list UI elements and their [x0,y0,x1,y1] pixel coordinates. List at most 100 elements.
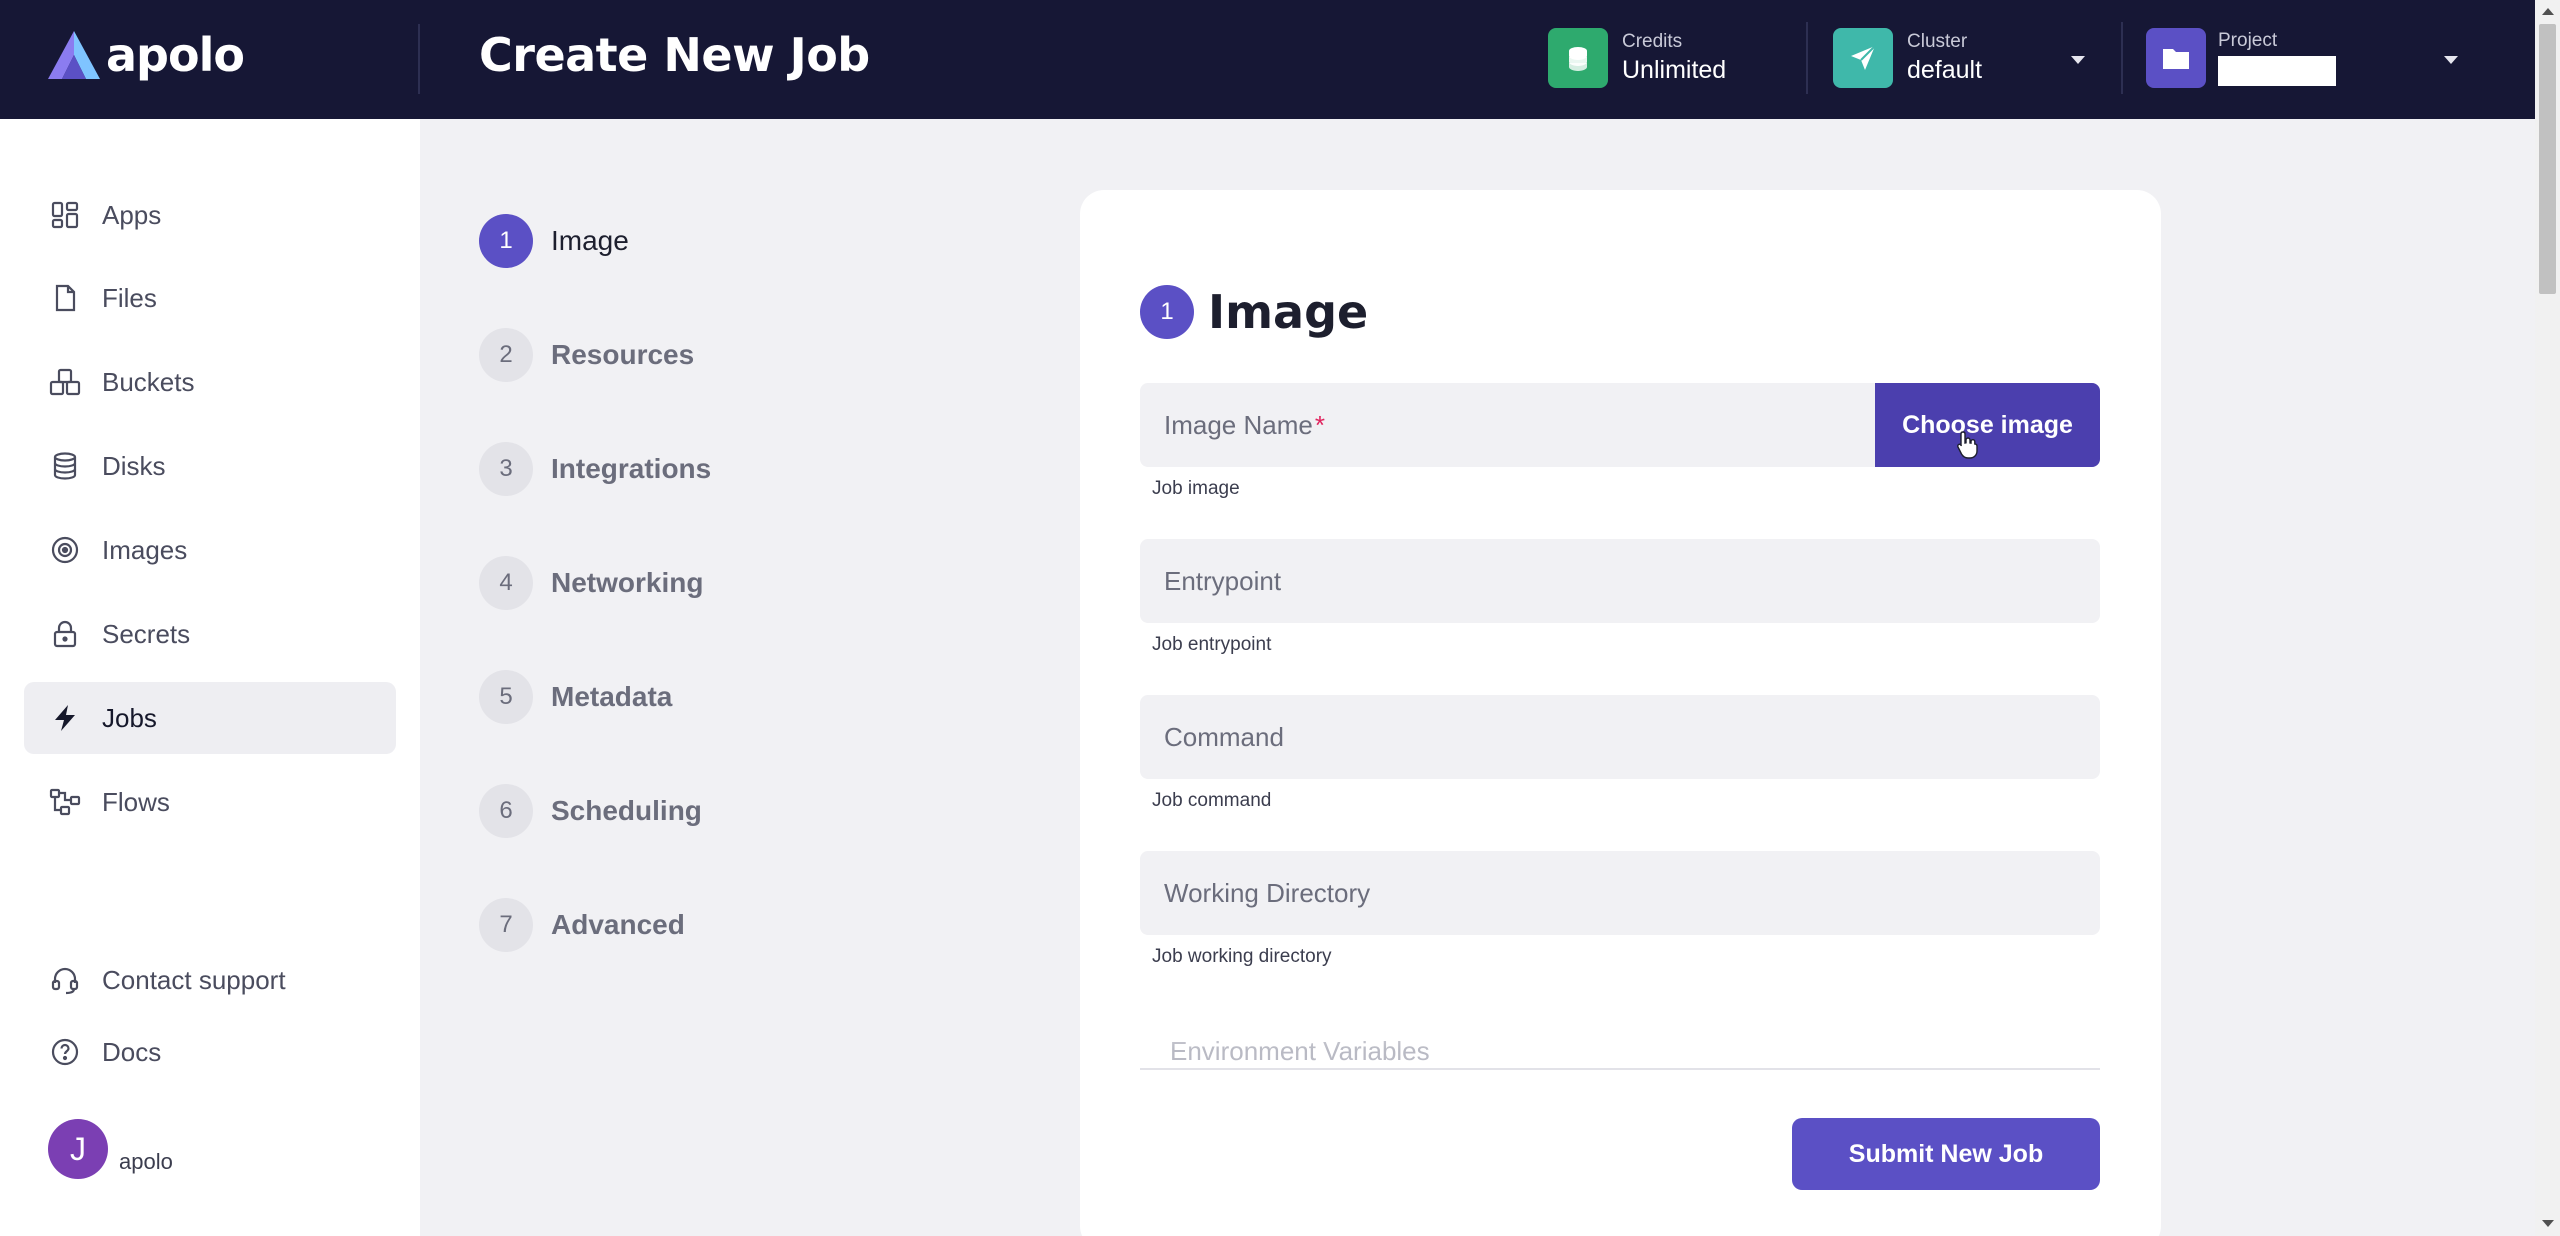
working-directory-field[interactable]: Working Directory [1140,851,2100,935]
step-label: Advanced [551,909,685,940]
brand-name: apolo [106,28,245,82]
project-label: Project [2218,30,2278,51]
step-metadata[interactable]: 5 Metadata [479,669,672,725]
step-label: Scheduling [551,795,702,826]
step-label: Metadata [551,681,673,712]
step-resources[interactable]: 2 Resources [479,327,694,383]
job-form-card: 1 Image Image Name* Choose image Job ima… [1080,190,2161,1236]
credits-label: Credits [1622,31,1683,52]
step-number: 5 [479,670,533,724]
contact-support-label: Contact support [102,964,286,995]
sidebar-item-flows[interactable]: Flows [24,766,396,838]
cluster-value: default [1907,56,1983,84]
step-integrations[interactable]: 3 Integrations [479,441,711,497]
required-mark: * [1314,409,1325,440]
sidebar-item-label: Images [102,534,188,565]
sidebar-item-apps[interactable]: Apps [24,179,396,251]
cluster-chevron-down-icon[interactable] [2071,56,2085,64]
disc-icon [48,533,82,567]
project-chevron-down-icon[interactable] [2444,56,2458,64]
avatar[interactable]: J [48,1119,108,1179]
section-title: Image [1208,285,1369,339]
step-number: 3 [479,442,533,496]
command-placeholder: Command [1164,721,1284,752]
choose-image-button[interactable]: Choose image [1875,383,2100,467]
project-selector[interactable]: Project [2146,28,2486,88]
file-icon [48,281,82,315]
contact-support-link[interactable]: Contact support [24,944,396,1016]
sidebar-item-label: Disks [102,450,166,481]
step-label: Image [551,225,629,256]
header-divider [418,24,420,94]
sidebar-item-label: Buckets [102,366,195,397]
step-networking[interactable]: 4 Networking [479,555,703,611]
hand-cursor-icon [1957,431,1978,459]
sidebar-item-label: Secrets [102,618,191,649]
step-label: Resources [551,339,695,370]
step-number: 2 [479,328,533,382]
entrypoint-helper: Job entrypoint [1152,634,1272,655]
working-directory-placeholder: Working Directory [1164,877,1371,908]
sidebar-item-label: Files [102,282,157,313]
send-icon [1833,28,1893,88]
sidebar-item-files[interactable]: Files [24,262,396,334]
database-icon [48,449,82,483]
step-scheduling[interactable]: 6 Scheduling [479,783,702,839]
command-field[interactable]: Command [1140,695,2100,779]
entrypoint-placeholder: Entrypoint [1164,565,1282,596]
sidebar-item-buckets[interactable]: Buckets [24,346,396,418]
working-directory-helper: Job working directory [1152,946,1332,967]
project-value-box [2218,56,2336,86]
step-number: 6 [479,784,533,838]
help-circle-icon [48,1035,82,1069]
coins-icon [1548,28,1608,88]
docs-label: Docs [102,1036,162,1067]
step-number: 7 [479,898,533,952]
flow-icon [48,785,82,819]
docs-link[interactable]: Docs [24,1016,396,1088]
scroll-down-arrow-icon[interactable] [2542,1220,2554,1227]
top-header: apolo Create New Job Credits Unlimited C… [0,0,2535,119]
apolo-logo-icon [48,31,100,79]
scroll-up-arrow-icon[interactable] [2542,8,2554,15]
credits-indicator: Credits Unlimited [1548,28,1726,88]
sidebar-item-jobs[interactable]: Jobs [24,682,396,754]
header-divider [1806,22,1808,94]
section-number: 1 [1140,285,1194,339]
sidebar-item-label: Apps [102,199,162,230]
sidebar: Apps Files Buckets Disks Images Secrets [0,119,420,1236]
user-name[interactable]: apolo [119,1149,173,1175]
cluster-selector[interactable]: Cluster default [1833,28,2093,88]
credits-value: Unlimited [1622,56,1727,84]
step-label: Networking [551,567,704,598]
page-scrollbar[interactable] [2535,0,2560,1236]
submit-new-job-button[interactable]: Submit New Job [1792,1118,2100,1190]
scroll-fade [1140,990,2100,1050]
bucket-icon [48,365,82,399]
lightning-icon [48,701,82,735]
page-title: Create New Job [479,28,870,82]
scrollbar-thumb[interactable] [2539,24,2556,294]
sidebar-item-secrets[interactable]: Secrets [24,598,396,670]
image-name-helper: Job image [1152,478,1240,499]
headset-icon [48,963,82,997]
command-helper: Job command [1152,790,1272,811]
sidebar-item-label: Jobs [102,702,157,733]
image-name-placeholder: Image Name* [1164,409,1325,440]
step-label: Integrations [551,453,712,484]
sidebar-item-disks[interactable]: Disks [24,430,396,502]
form-section-header: 1 Image [1140,285,1368,339]
header-divider [2121,22,2123,94]
apps-grid-icon [48,198,82,232]
sidebar-item-label: Flows [102,786,170,817]
apolo-logo[interactable]: apolo [46,28,245,82]
lock-icon [48,617,82,651]
step-advanced[interactable]: 7 Advanced [479,897,685,953]
entrypoint-field[interactable]: Entrypoint [1140,539,2100,623]
folder-icon [2146,28,2206,88]
step-image[interactable]: 1 Image [479,213,629,269]
sidebar-item-images[interactable]: Images [24,514,396,586]
step-number: 4 [479,556,533,610]
cluster-label: Cluster [1907,31,1968,52]
step-number: 1 [479,214,533,268]
